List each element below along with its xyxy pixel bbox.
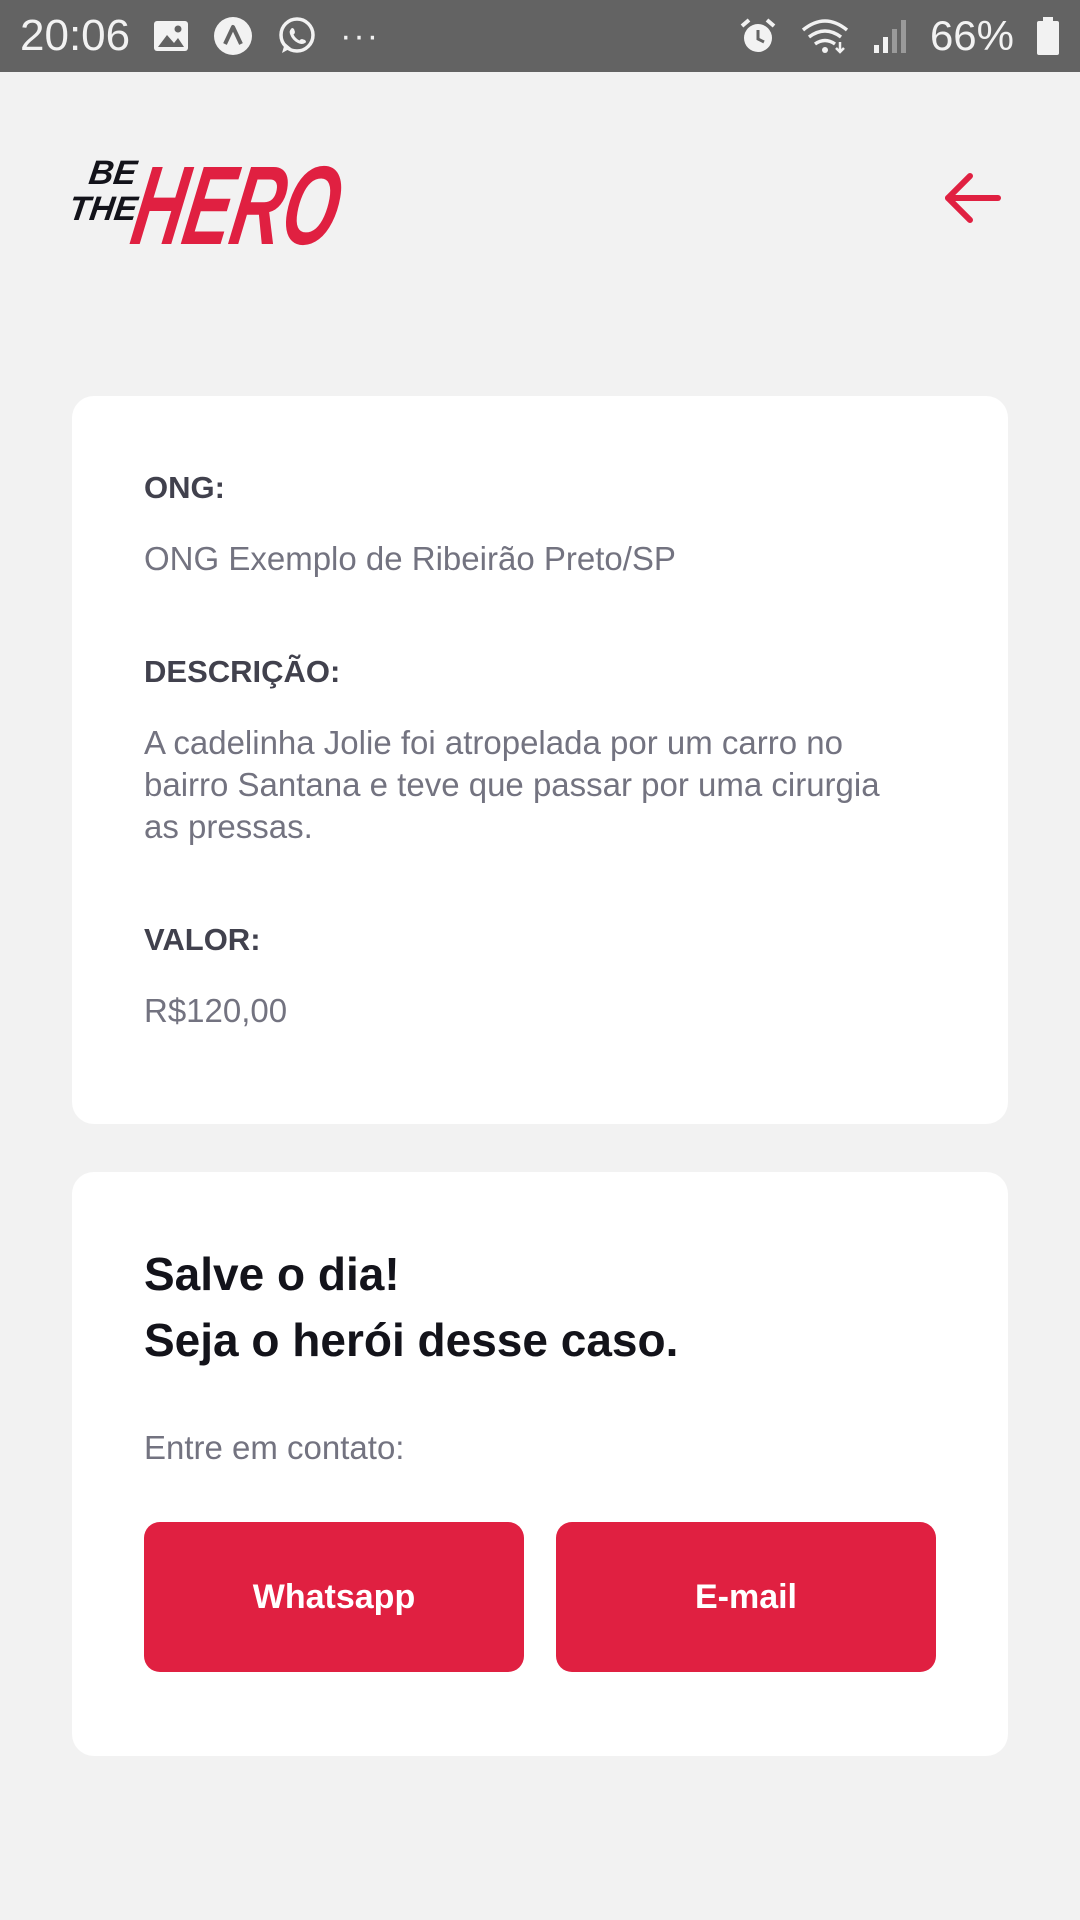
email-button[interactable]: E-mail [556, 1522, 936, 1672]
alarm-icon [738, 16, 778, 56]
battery-percent: 66% [929, 12, 1014, 59]
whatsapp-button[interactable]: Whatsapp [144, 1522, 524, 1672]
value-amount: R$120,00 [144, 992, 288, 1029]
whatsapp-icon [276, 15, 318, 57]
incident-detail-page: BE THE HERO ONG: ONG Exemplo de Ribeirão… [0, 72, 1080, 1920]
contact-title-line2: Seja o herói desse caso. [144, 1314, 679, 1366]
value-label: VALOR: [144, 922, 261, 957]
description-label: DESCRIÇÃO: [144, 654, 341, 689]
be-the-hero-logo: BE THE HERO [67, 132, 362, 268]
header: BE THE HERO [67, 132, 1008, 268]
battery-icon [1036, 16, 1060, 56]
ong-value: ONG Exemplo de Ribeirão Preto/SP [144, 540, 676, 577]
logo-the-text: THE [72, 190, 141, 228]
gallery-icon [152, 19, 190, 53]
ong-block: ONG: ONG Exemplo de Ribeirão Preto/SP [144, 468, 936, 580]
contact-title-line1: Salve o dia! [144, 1248, 400, 1300]
contact-actions: Whatsapp E-mail [144, 1522, 936, 1672]
back-button[interactable] [936, 162, 1008, 234]
logo-hero-text: HERO [124, 143, 351, 262]
status-bar: 20:06 ··· 66% [0, 0, 1080, 72]
description-block: DESCRIÇÃO: A cadelinha Jolie foi atropel… [144, 652, 936, 848]
status-time: 20:06 [20, 11, 131, 60]
incident-card: ONG: ONG Exemplo de Ribeirão Preto/SP DE… [72, 396, 1008, 1124]
status-right: 66% [738, 12, 1060, 60]
contact-description: Entre em contato: [144, 1429, 405, 1466]
logo-be-text: BE [87, 154, 141, 192]
app-icon [212, 15, 254, 57]
description-value: A cadelinha Jolie foi atropelada por um … [144, 724, 880, 845]
ong-label: ONG: [144, 470, 225, 505]
signal-icon [872, 17, 908, 55]
arrow-left-icon [945, 173, 1001, 223]
more-icon: ··· [340, 16, 381, 55]
contact-card: Salve o dia! Seja o herói desse caso. En… [72, 1172, 1008, 1756]
wifi-icon [800, 16, 850, 56]
status-left: 20:06 ··· [20, 11, 380, 61]
value-block: VALOR: R$120,00 [144, 920, 936, 1032]
